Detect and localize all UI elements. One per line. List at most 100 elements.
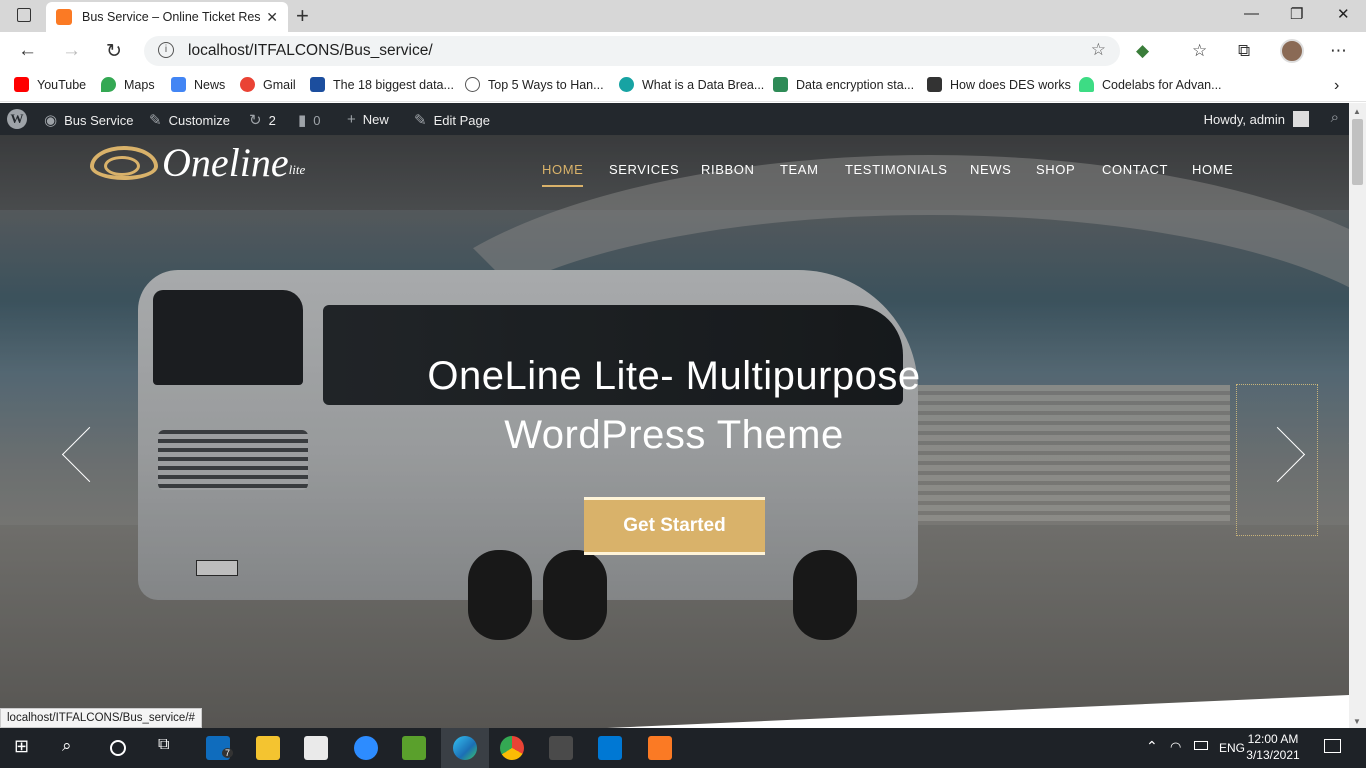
bookmark-label: What is a Data Brea... (642, 77, 765, 92)
search-taskbar-icon[interactable]: ⌕ (62, 736, 86, 760)
task-view-icon[interactable]: ⧉ (158, 736, 182, 760)
more-menu-icon[interactable]: ⋯ (1330, 41, 1347, 61)
wp-new[interactable]: + New (347, 111, 389, 128)
bookmark-biggest-data[interactable]: The 18 biggest data... (310, 77, 454, 92)
close-window-icon[interactable]: ✕ (1337, 5, 1350, 23)
xampp-favicon-icon (56, 9, 72, 25)
nav-testimonials[interactable]: TESTIMONIALS (845, 162, 948, 177)
sublime-icon[interactable] (549, 736, 573, 760)
wp-updates[interactable]: ↻ 2 (249, 111, 276, 129)
scroll-up-icon[interactable]: ▲ (1353, 107, 1361, 116)
bookmark-gmail[interactable]: Gmail (240, 77, 296, 92)
browser-tab[interactable]: Bus Service – Online Ticket Reser ✕ (46, 2, 288, 32)
bookmark-label: Codelabs for Advan... (1102, 77, 1222, 92)
back-icon[interactable]: ← (18, 40, 37, 62)
collections-icon[interactable]: ⧉ (1238, 41, 1250, 61)
bookmarks-overflow-icon[interactable]: › (1334, 77, 1339, 95)
get-started-button[interactable]: Get Started (584, 497, 765, 555)
next-slide-arrow-icon[interactable] (1268, 425, 1308, 485)
address-row: ← → ↻ i localhost/ITFALCONS/Bus_service/… (0, 32, 1366, 70)
bookmark-data-encryption[interactable]: Data encryption sta... (773, 77, 914, 92)
network-icon[interactable]: ◠ (1170, 739, 1181, 755)
bookmark-label: Top 5 Ways to Han... (488, 77, 604, 92)
vscode-icon[interactable] (598, 736, 622, 760)
nav-shop[interactable]: SHOP (1036, 162, 1075, 177)
new-label: New (362, 112, 389, 127)
wordpress-logo-icon[interactable]: W (7, 109, 27, 129)
file-explorer-icon[interactable] (256, 736, 280, 760)
tab-actions-icon[interactable] (17, 8, 31, 22)
zoom-icon[interactable] (354, 736, 378, 760)
xampp-icon[interactable] (648, 736, 672, 760)
wp-customize[interactable]: ✎ Customize (149, 111, 230, 129)
pencil-icon: ✎ (414, 112, 427, 129)
page-scrollbar[interactable]: ▲ ▼ (1349, 103, 1366, 728)
plus-icon: + (347, 111, 356, 128)
address-bar[interactable]: i localhost/ITFALCONS/Bus_service/ ☆ (144, 36, 1120, 66)
restore-icon[interactable]: ❐ (1290, 5, 1303, 23)
nav-contact[interactable]: CONTACT (1102, 162, 1168, 177)
main-nav: HOME SERVICES RIBBON TEAM TESTIMONIALS N… (0, 162, 1349, 187)
cortana-icon[interactable] (110, 740, 126, 756)
mail-badge: 7 (222, 748, 234, 758)
scroll-down-icon[interactable]: ▼ (1353, 717, 1361, 726)
bookmark-label: Gmail (263, 77, 296, 92)
url-text: localhost/ITFALCONS/Bus_service/ (188, 42, 433, 59)
notepad-plus-icon[interactable] (402, 736, 426, 760)
extension-icon[interactable]: ◆ (1136, 41, 1149, 61)
profile-avatar[interactable] (1280, 39, 1304, 63)
close-tab-icon[interactable]: ✕ (266, 9, 278, 26)
taskbar-clock[interactable]: 12:00 AM 3/13/2021 (1238, 731, 1308, 763)
bookmark-top-5-ways[interactable]: Top 5 Ways to Han... (465, 77, 604, 92)
notifications-icon[interactable] (1324, 739, 1341, 753)
minimize-icon[interactable]: — (1244, 5, 1259, 22)
chrome-icon[interactable] (500, 736, 524, 760)
windows-taskbar: ⊞ ⌕ ⧉ 7 ⌃ ◠ ENG 12:00 AM 3/13/2021 (0, 728, 1366, 768)
edge-taskbar-active[interactable] (441, 728, 489, 768)
wp-account-menu[interactable]: Howdy, admin (1204, 111, 1309, 127)
updates-count: 2 (268, 112, 276, 128)
bookmark-des-works[interactable]: How does DES works (927, 77, 1071, 92)
search-icon[interactable]: ⌕ (1331, 109, 1339, 126)
geeks-icon (773, 77, 788, 92)
favorites-icon[interactable]: ☆ (1192, 41, 1207, 61)
customize-label: Customize (168, 112, 230, 128)
battery-icon[interactable] (1194, 741, 1208, 750)
refresh-icon[interactable]: ↻ (106, 40, 122, 63)
maps-icon (101, 77, 116, 92)
slide-title-line2: WordPress Theme (504, 413, 844, 457)
site-info-icon[interactable]: i (158, 42, 174, 58)
edge-icon (453, 736, 477, 760)
nav-ribbon[interactable]: RIBBON (701, 162, 754, 177)
windows-start-icon[interactable]: ⊞ (14, 736, 38, 760)
wp-comments[interactable]: ▮ 0 (298, 111, 321, 129)
nav-home-2[interactable]: HOME (1192, 162, 1233, 177)
dashboard-icon: ◉ (44, 112, 58, 129)
nav-news[interactable]: NEWS (970, 162, 1011, 177)
show-hidden-icons-icon[interactable]: ⌃ (1146, 738, 1158, 755)
clock-date: 3/13/2021 (1246, 748, 1300, 762)
nav-services[interactable]: SERVICES (609, 162, 679, 177)
scroll-thumb[interactable] (1352, 119, 1363, 185)
forward-icon[interactable]: → (62, 40, 81, 62)
prev-slide-arrow-icon[interactable] (58, 425, 98, 485)
mail-icon[interactable]: 7 (206, 736, 234, 760)
nav-home[interactable]: HOME (542, 162, 584, 187)
clock-icon (465, 77, 480, 92)
store-icon[interactable] (304, 736, 328, 760)
cso-icon (310, 77, 325, 92)
bookmark-data-breach[interactable]: What is a Data Brea... (619, 77, 764, 92)
tab-title: Bus Service – Online Ticket Reser (82, 10, 261, 24)
comments-count: 0 (313, 112, 321, 128)
bookmark-maps[interactable]: Maps (101, 77, 155, 92)
nav-team[interactable]: TEAM (780, 162, 819, 177)
bookmark-news[interactable]: News (171, 77, 225, 92)
new-tab-icon[interactable]: + (296, 3, 309, 29)
bookmark-youtube[interactable]: YouTube (14, 77, 86, 92)
add-favorite-icon[interactable]: ☆ (1091, 40, 1106, 60)
bookmark-codelabs[interactable]: Codelabs for Advan... (1079, 77, 1222, 92)
bookmark-label: How does DES works (950, 77, 1071, 92)
wp-edit-page[interactable]: ✎ Edit Page (414, 111, 490, 129)
wp-site-name[interactable]: ◉ Bus Service (44, 111, 133, 129)
edit-page-label: Edit Page (433, 112, 490, 128)
